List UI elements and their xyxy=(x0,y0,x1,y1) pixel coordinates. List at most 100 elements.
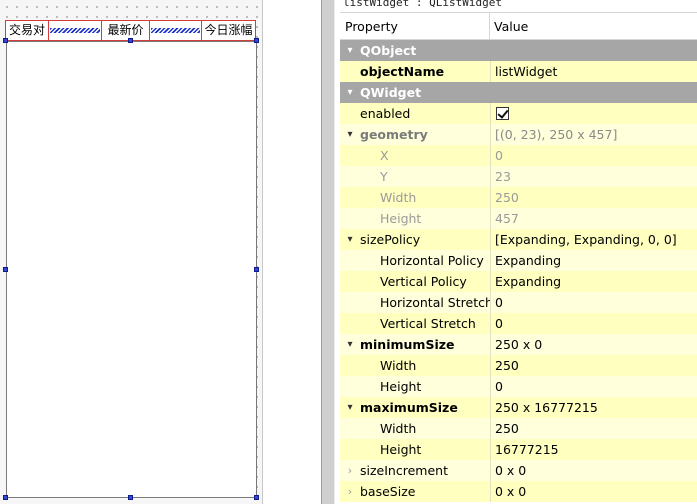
property-row-horizontal-policy[interactable]: Horizontal Policy Expanding xyxy=(340,250,697,271)
property-row-qobject[interactable]: ▾ QObject xyxy=(340,40,697,61)
spacer-zigzag xyxy=(50,28,100,33)
property-value-cell[interactable] xyxy=(490,40,697,61)
property-row-objectname[interactable]: objectName listWidget xyxy=(340,61,697,82)
property-name: sizeIncrement xyxy=(360,463,448,478)
property-name: baseSize xyxy=(360,484,416,499)
enabled-checkbox[interactable] xyxy=(496,107,509,120)
property-name-cell: ▾ geometry xyxy=(340,124,490,145)
property-name-cell: Width xyxy=(340,187,490,208)
property-name-cell: Y xyxy=(340,166,490,187)
property-row-basesize[interactable]: › baseSize 0 x 0 xyxy=(340,481,697,502)
collapse-arrow-icon[interactable]: ▾ xyxy=(345,124,355,145)
column-header-value[interactable]: Value xyxy=(490,13,697,39)
header-label-change[interactable]: 今日涨幅 xyxy=(201,20,256,41)
property-value-cell[interactable]: [(0, 23), 250 x 457] xyxy=(490,124,697,145)
property-value-cell[interactable]: 0 xyxy=(490,313,697,334)
property-name-cell: ▾ minimumSize xyxy=(340,334,490,355)
property-name: Height xyxy=(380,442,422,457)
property-row-width[interactable]: Width 250 xyxy=(340,418,697,439)
resize-handle-right[interactable] xyxy=(254,267,259,272)
expand-arrow-icon[interactable]: › xyxy=(345,481,355,502)
collapse-arrow-icon[interactable]: ▾ xyxy=(345,334,355,355)
property-table: Property Value ▾ QObject objectName listWid… xyxy=(340,12,697,502)
property-row-height[interactable]: Height 0 xyxy=(340,376,697,397)
resize-handle-left[interactable] xyxy=(3,267,8,272)
property-value-cell[interactable]: [Expanding, Expanding, 0, 0] xyxy=(490,229,697,250)
property-row-vertical-policy[interactable]: Vertical Policy Expanding xyxy=(340,271,697,292)
property-name-cell: ▾ QObject xyxy=(340,40,490,61)
header-label-latest-price[interactable]: 最新价 xyxy=(101,20,150,41)
property-editor-title: listWidget : QListWidget xyxy=(343,0,502,9)
collapse-arrow-icon[interactable]: ▾ xyxy=(345,82,355,103)
horizontal-spacer[interactable] xyxy=(150,20,201,41)
property-name: objectName xyxy=(360,64,445,79)
property-value: 0 x 0 xyxy=(495,463,527,478)
property-value: 250 xyxy=(495,358,519,373)
property-row-geometry[interactable]: ▾ geometry [(0, 23), 250 x 457] xyxy=(340,124,697,145)
resize-handle-top[interactable] xyxy=(128,38,133,43)
property-value-cell[interactable]: 23 xyxy=(490,166,697,187)
property-value-cell[interactable]: 0 x 0 xyxy=(490,481,697,502)
property-value-cell[interactable]: 250 x 16777215 xyxy=(490,397,697,418)
property-value-cell[interactable]: 250 xyxy=(490,355,697,376)
property-name: sizePolicy xyxy=(360,232,421,247)
property-name-cell: X xyxy=(340,145,490,166)
property-value-cell[interactable]: 0 xyxy=(490,145,697,166)
property-row-width[interactable]: Width 250 xyxy=(340,187,697,208)
property-value-cell[interactable]: 16777215 xyxy=(490,439,697,460)
property-row-qwidget[interactable]: ▾ QWidget xyxy=(340,82,697,103)
property-value: 250 x 16777215 xyxy=(495,400,598,415)
property-value-cell[interactable]: Expanding xyxy=(490,271,697,292)
property-row-height[interactable]: Height 457 xyxy=(340,208,697,229)
property-value-cell[interactable]: 250 xyxy=(490,418,697,439)
property-row-x[interactable]: X0 xyxy=(340,145,697,166)
property-value: [(0, 23), 250 x 457] xyxy=(495,127,618,142)
property-value-cell[interactable]: 250 xyxy=(490,187,697,208)
property-value-cell[interactable] xyxy=(490,103,697,124)
collapse-arrow-icon[interactable]: ▾ xyxy=(345,40,355,61)
resize-handle-bottom[interactable] xyxy=(128,495,133,500)
designer-background xyxy=(263,0,321,504)
property-name: Vertical Policy xyxy=(380,274,467,289)
property-name: QWidget xyxy=(360,85,422,100)
resize-handle-bottom-left[interactable] xyxy=(3,495,8,500)
resize-handle-top-left[interactable] xyxy=(3,38,8,43)
property-rows: ▾ QObject objectName listWidget ▾ QWidget enab… xyxy=(340,40,697,502)
collapse-arrow-icon[interactable]: ▾ xyxy=(345,229,355,250)
property-row-sizepolicy[interactable]: ▾ sizePolicy [Expanding, Expanding, 0, 0] xyxy=(340,229,697,250)
resize-handle-top-right[interactable] xyxy=(254,38,259,43)
property-value: 0 xyxy=(495,295,503,310)
horizontal-spacer[interactable] xyxy=(49,20,101,41)
property-value-cell[interactable]: 457 xyxy=(490,208,697,229)
collapse-arrow-icon[interactable]: ▾ xyxy=(345,397,355,418)
property-value: Expanding xyxy=(495,274,562,289)
property-row-maximumsize[interactable]: ▾ maximumSize 250 x 16777215 xyxy=(340,397,697,418)
property-value-cell[interactable]: 250 x 0 xyxy=(490,334,697,355)
property-value-cell[interactable]: 0 x 0 xyxy=(490,460,697,481)
column-header-property[interactable]: Property xyxy=(340,13,490,39)
property-name: Width xyxy=(380,358,417,373)
property-value: 0 x 0 xyxy=(495,484,527,499)
property-value-cell[interactable]: Expanding xyxy=(490,250,697,271)
panel-splitter[interactable] xyxy=(321,0,335,504)
property-name-cell: objectName xyxy=(340,61,490,82)
property-row-width[interactable]: Width 250 xyxy=(340,355,697,376)
property-row-height[interactable]: Height 16777215 xyxy=(340,439,697,460)
property-name: minimumSize xyxy=(360,337,455,352)
property-value-cell[interactable]: 0 xyxy=(490,376,697,397)
property-name-cell: Vertical Policy xyxy=(340,271,490,292)
property-row-vertical-stretch[interactable]: Vertical Stretch 0 xyxy=(340,313,697,334)
property-row-y[interactable]: Y 23 xyxy=(340,166,697,187)
header-label-pair[interactable]: 交易对 xyxy=(5,20,49,41)
list-widget[interactable] xyxy=(6,41,257,498)
form-designer-canvas[interactable]: 交易对 最新价 今日涨幅 xyxy=(0,0,321,504)
expand-arrow-icon[interactable]: › xyxy=(345,460,355,481)
property-row-sizeincrement[interactable]: › sizeIncrement 0 x 0 xyxy=(340,460,697,481)
property-row-enabled[interactable]: enabled xyxy=(340,103,697,124)
resize-handle-bottom-right[interactable] xyxy=(254,495,259,500)
property-value-cell[interactable]: listWidget xyxy=(490,61,697,82)
property-row-minimumsize[interactable]: ▾ minimumSize 250 x 0 xyxy=(340,334,697,355)
property-value-cell[interactable]: 0 xyxy=(490,292,697,313)
property-value-cell[interactable] xyxy=(490,82,697,103)
property-row-horizontal-stretch[interactable]: Horizontal Stretch 0 xyxy=(340,292,697,313)
